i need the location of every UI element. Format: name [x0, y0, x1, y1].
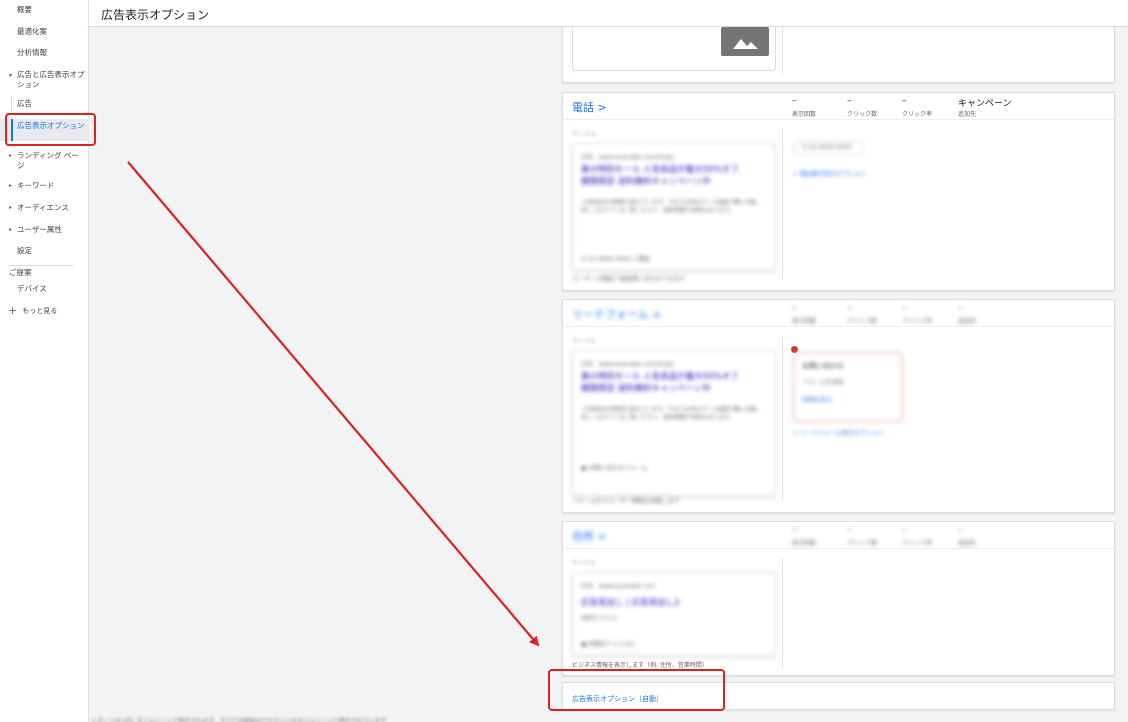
annotation-arrow	[127, 161, 540, 647]
